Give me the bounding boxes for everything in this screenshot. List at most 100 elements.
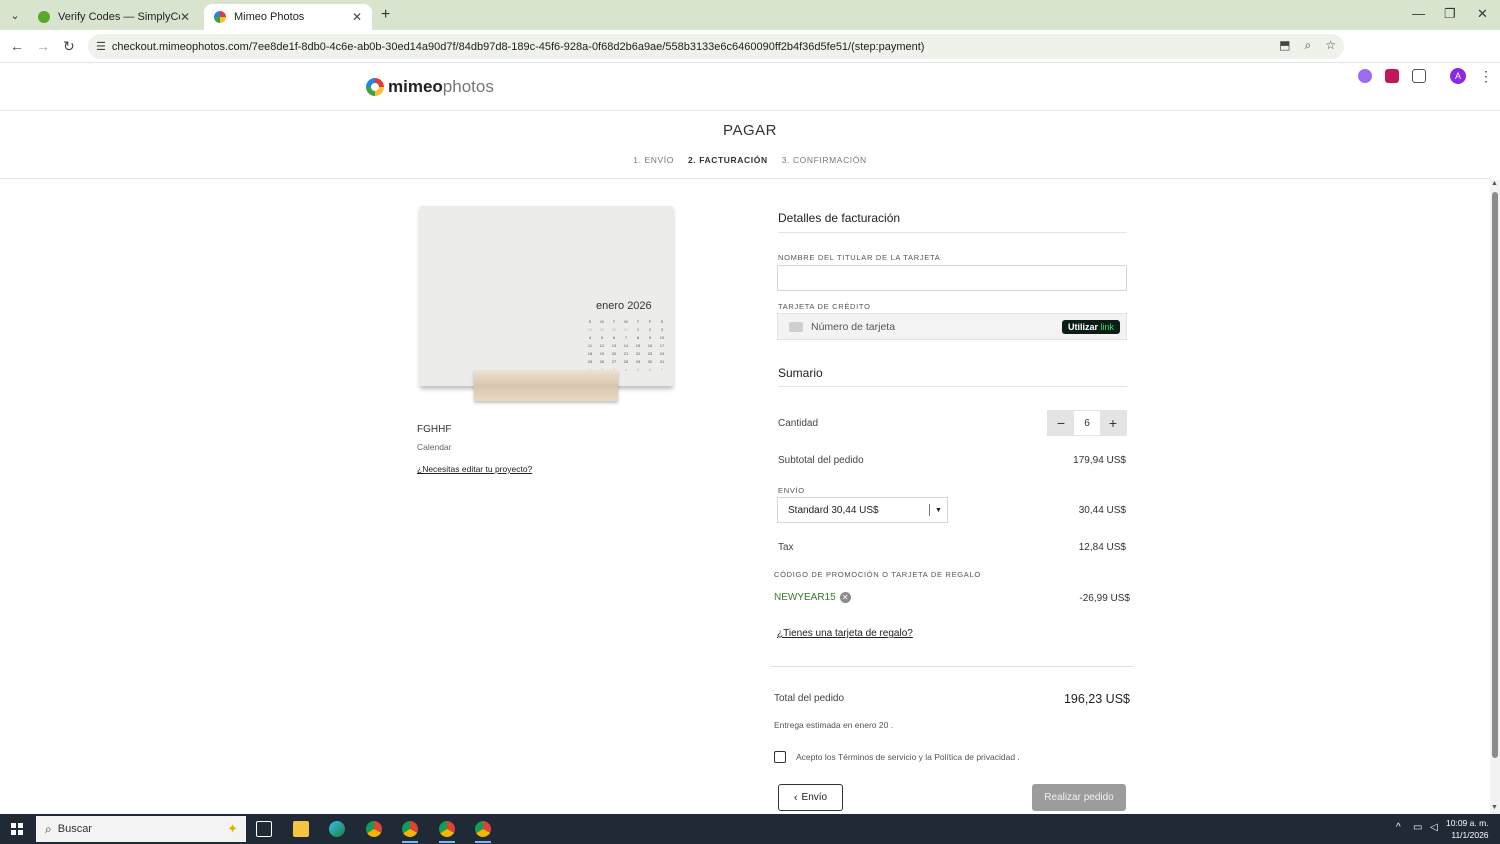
calendar-day: 31	[659, 359, 665, 364]
browser-tab-bar: ⌄ Verify Codes — SimplyCodes ✕ Mimeo Pho…	[0, 0, 1500, 30]
mimeo-photos-logo[interactable]: mimeo photos	[366, 77, 494, 97]
sparkle-icon: ✦	[227, 821, 238, 836]
link-prefix: Utilizar	[1067, 321, 1098, 332]
close-tab-icon[interactable]: ✕	[352, 10, 362, 24]
credit-card-icon	[789, 321, 803, 332]
close-tab-icon[interactable]: ✕	[180, 10, 190, 24]
chrome-icon[interactable]	[366, 821, 382, 837]
calendar-day: 18	[587, 351, 593, 356]
install-icon[interactable]: ⬒	[1279, 38, 1290, 53]
divider	[0, 178, 1490, 179]
minimize-icon[interactable]: —	[1412, 6, 1425, 21]
calendar-day: 30	[647, 359, 653, 364]
gift-card-link[interactable]: ¿Tienes una tarjeta de regalo?	[777, 628, 913, 639]
edit-project-link[interactable]: ¿Necesitas editar tu proyecto?	[417, 464, 532, 474]
card-number-placeholder: Número de tarjeta	[811, 320, 896, 333]
shipping-option-text: Standard 30,44 US$	[788, 504, 879, 516]
shipping-value: 30,44 US$	[1078, 505, 1126, 516]
chrome-profile-3-icon[interactable]	[475, 821, 491, 837]
back-arrow-icon[interactable]: ←	[10, 38, 24, 54]
network-icon[interactable]: ▭	[1413, 822, 1422, 833]
decrement-button[interactable]: −	[1048, 411, 1074, 435]
taskbar-search[interactable]: ⌕ Buscar ✦	[36, 816, 246, 842]
close-window-icon[interactable]: ✕	[1477, 6, 1488, 22]
chrome-profile-1-icon[interactable]	[402, 821, 418, 837]
calendar-day: 25	[587, 359, 593, 364]
calendar-day: 11	[587, 343, 593, 348]
tab-search-icon[interactable]: ⌄	[6, 6, 24, 24]
tab-title: Verify Codes — SimplyCodes	[58, 11, 180, 23]
system-clock[interactable]: 10:09 a. m. 11/1/2026	[1446, 817, 1489, 841]
promo-code-text: NEWYEAR15	[774, 592, 836, 603]
calendar-day: 14	[623, 343, 629, 348]
page-title: PAGAR	[723, 122, 777, 139]
tab-title: Mimeo Photos	[234, 11, 305, 23]
use-link-button[interactable]: Utilizar link	[1061, 319, 1120, 334]
calendar-day: 30	[611, 327, 617, 332]
increment-button[interactable]: +	[1100, 411, 1126, 435]
scroll-down-icon[interactable]: ▼	[1491, 804, 1498, 811]
tab-simplycodes[interactable]: Verify Codes — SimplyCodes ✕	[28, 4, 200, 30]
calendar-day: 19	[599, 351, 605, 356]
windows-start-icon[interactable]	[11, 823, 23, 835]
calendar-day: 24	[659, 351, 665, 356]
total-value: 196,23 US$	[1063, 692, 1130, 706]
browser-toolbar: ← → ↻ ☰ checkout.mimeophotos.com/7ee8de1…	[0, 30, 1500, 84]
back-to-shipping-button[interactable]: ‹ Envío	[778, 784, 843, 811]
calendar-day: 6	[612, 335, 616, 340]
terms-checkbox[interactable]	[774, 751, 786, 763]
promo-label: CÓDIGO DE PROMOCIÓN O TARJETA DE REGALO	[774, 570, 981, 579]
mimeo-favicon-icon	[214, 11, 226, 23]
terms-text[interactable]: Acepto los Términos de servicio y la Pol…	[796, 752, 1020, 762]
site-header: mimeo photos	[0, 64, 1500, 111]
windows-taskbar: ⌕ Buscar ✦ ^ ▭ ◁ 10:09 a. m. 11/1/2026	[0, 814, 1500, 844]
bookmark-star-icon[interactable]: ☆	[1325, 38, 1336, 53]
divider	[778, 232, 1127, 233]
cardholder-name-input[interactable]	[777, 265, 1127, 291]
card-number-input[interactable]: Número de tarjeta Utilizar link	[777, 313, 1127, 340]
zoom-icon[interactable]: ⌕	[1305, 38, 1312, 53]
restore-icon[interactable]: ❐	[1444, 6, 1456, 22]
tab-mimeo-photos[interactable]: Mimeo Photos ✕	[204, 4, 372, 30]
scroll-thumb[interactable]	[1492, 192, 1498, 758]
site-info-icon[interactable]: ☰	[96, 40, 106, 53]
chrome-profile-2-icon[interactable]	[439, 821, 455, 837]
logo-text-bold: mimeo	[388, 77, 443, 96]
simplycodes-favicon-icon	[38, 11, 50, 23]
step-shipping[interactable]: 1. ENVÍO	[633, 155, 674, 165]
task-view-icon[interactable]	[256, 821, 272, 837]
product-name: FGHHF	[417, 424, 452, 435]
promo-code-tag: NEWYEAR15 ✕	[774, 592, 851, 603]
new-tab-icon[interactable]: +	[381, 6, 390, 24]
reload-icon[interactable]: ↻	[63, 38, 75, 55]
terms-row: Acepto los Términos de servicio y la Pol…	[774, 751, 1020, 763]
place-order-button[interactable]: Realizar pedido	[1032, 784, 1126, 811]
scroll-up-icon[interactable]: ▲	[1491, 180, 1498, 187]
calendar-weekday: S	[660, 319, 664, 324]
address-bar[interactable]: ☰ checkout.mimeophotos.com/7ee8de1f-8db0…	[88, 34, 1344, 59]
mimeo-logo-icon	[366, 78, 384, 96]
calendar-day: 10	[659, 335, 665, 340]
tray-chevron-icon[interactable]: ^	[1396, 822, 1401, 833]
file-explorer-icon[interactable]	[293, 821, 309, 837]
forward-arrow-icon[interactable]: →	[36, 38, 50, 54]
calendar-day: 6	[648, 367, 652, 372]
cardholder-label: NOMBRE DEL TITULAR DE LA TARJETA	[778, 253, 941, 262]
wooden-stand-image	[474, 370, 618, 401]
calendar-day: 29	[599, 327, 605, 332]
calendar-weekday: M	[600, 319, 604, 324]
quantity-value[interactable]: 6	[1074, 411, 1100, 435]
calendar-month-label: enero 2026	[596, 300, 652, 312]
edge-icon[interactable]	[329, 821, 345, 837]
promo-value: -26,99 US$	[1079, 593, 1130, 604]
search-icon: ⌕	[45, 821, 52, 836]
shipping-method-select[interactable]: Standard 30,44 US$ ▼	[777, 497, 948, 523]
divider	[771, 666, 1133, 667]
volume-icon[interactable]: ◁	[1430, 822, 1438, 833]
calendar-day: 2	[648, 327, 652, 332]
calendar-day: 21	[623, 351, 629, 356]
page-scrollbar[interactable]: ▲ ▼	[1490, 180, 1500, 814]
clock-date: 11/1/2026	[1451, 830, 1489, 840]
remove-promo-icon[interactable]: ✕	[839, 592, 851, 603]
calendar-day: 4	[588, 335, 592, 340]
